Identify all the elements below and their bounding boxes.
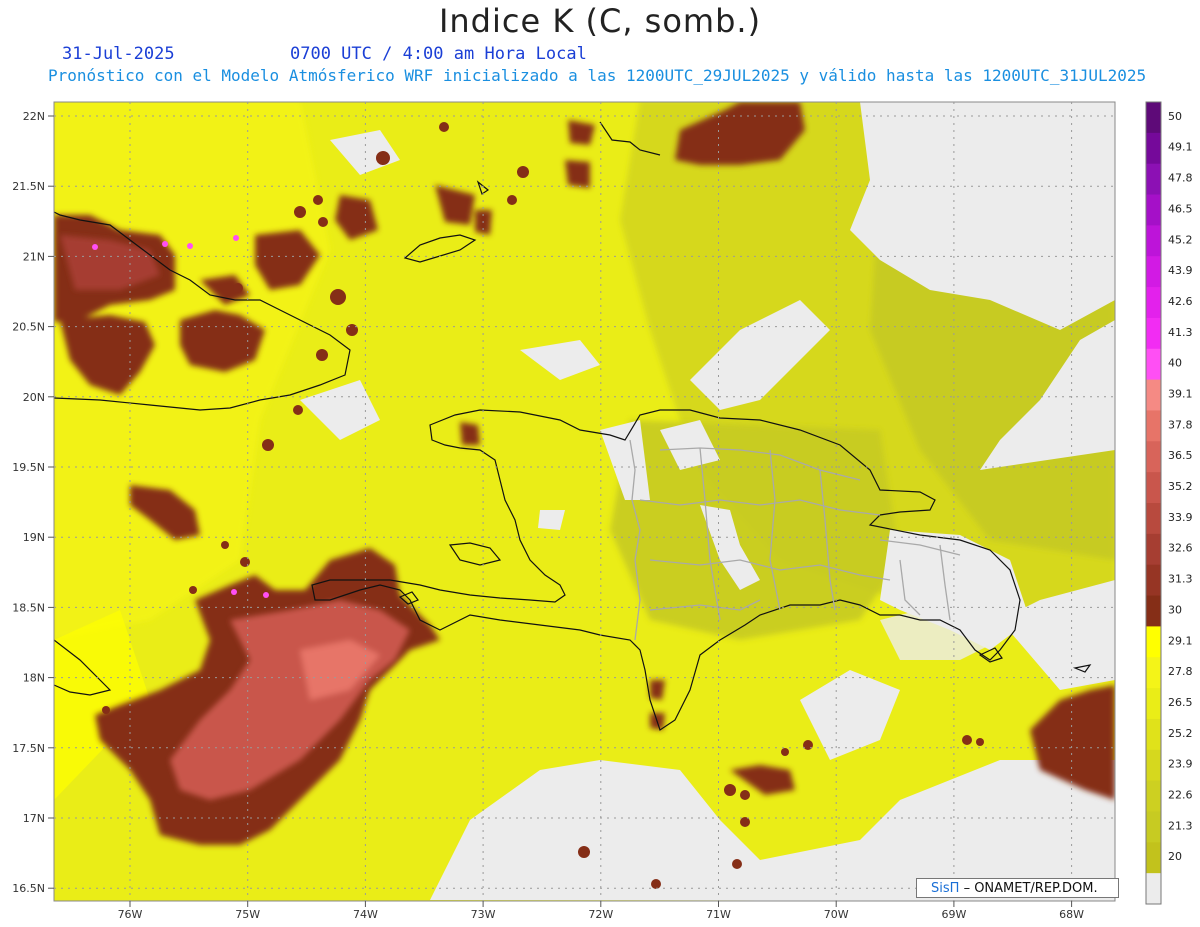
lat-label: 16.5N — [12, 882, 45, 895]
colorbar-label: 43.9 — [1168, 264, 1193, 277]
colorbar-label: 39.1 — [1168, 388, 1193, 401]
colorbar-swatch — [1146, 657, 1161, 689]
colorbar-label: 32.6 — [1168, 542, 1193, 555]
lat-label: 21.5N — [12, 180, 45, 193]
speck — [162, 241, 168, 247]
colorbar-swatch — [1146, 410, 1161, 442]
speck — [233, 235, 239, 241]
colorbar-label: 42.6 — [1168, 295, 1193, 308]
lon-label: 70W — [824, 908, 849, 921]
colorbar-label: 35.2 — [1168, 480, 1193, 493]
colorbar-swatch — [1146, 780, 1161, 812]
lat-label: 18N — [23, 672, 45, 685]
lon-label: 71W — [706, 908, 731, 921]
colorbar-label: 30 — [1168, 603, 1182, 616]
colorbar-label: 36.5 — [1168, 449, 1193, 462]
colorbar-swatch — [1146, 163, 1161, 196]
colorbar-label: 45.2 — [1168, 233, 1193, 246]
colorbar-label: 22.6 — [1168, 789, 1193, 802]
lon-label: 69W — [941, 908, 966, 921]
k-index-map: 22N 21.5N 21N 20.5N 20N 19.5N 19N 18.5N 18N 17.5N… — [12, 101, 1193, 921]
colorbar-label: 25.2 — [1168, 727, 1193, 740]
colorbar-label: 41.3 — [1168, 326, 1193, 339]
colorbar-swatch — [1146, 688, 1161, 720]
speck — [263, 592, 269, 598]
colorbar-label: 23.9 — [1168, 758, 1193, 771]
lat-label: 18.5N — [12, 601, 45, 614]
colorbar-swatch — [1146, 595, 1161, 627]
colorbar-swatch — [1146, 287, 1161, 319]
lon-label: 75W — [235, 908, 260, 921]
colorbar-label: 21.3 — [1168, 819, 1193, 832]
map-field — [54, 102, 1115, 901]
colorbar-swatch — [1146, 379, 1161, 411]
colorbar-swatch — [1146, 102, 1161, 134]
colorbar-label: 26.5 — [1168, 696, 1193, 709]
speck — [92, 244, 98, 250]
colorbar-label: 27.8 — [1168, 665, 1193, 678]
lon-label: 73W — [471, 908, 496, 921]
colorbar-label: 29.1 — [1168, 634, 1193, 647]
colorbar-label: 20 — [1168, 850, 1182, 863]
lat-label: 17.5N — [12, 742, 45, 755]
latitude-labels: 22N 21.5N 21N 20.5N 20N 19.5N 19N 18.5N 18N 17.5N… — [12, 110, 54, 895]
colorbar-label: 50 — [1168, 110, 1182, 123]
lon-label: 74W — [353, 908, 378, 921]
lat-label: 20.5N — [12, 321, 45, 334]
colorbar-label: 31.3 — [1168, 573, 1193, 586]
colorbar-label: 33.9 — [1168, 511, 1193, 524]
high-k-tortuga — [460, 422, 480, 445]
lat-label: 21N — [23, 250, 45, 263]
colorbar-swatch — [1146, 718, 1161, 751]
colorbar-swatch — [1146, 533, 1161, 566]
colorbar-swatch — [1146, 256, 1161, 288]
colorbar-label: 40 — [1168, 357, 1182, 370]
lat-label: 22N — [23, 110, 45, 123]
organization-text: – ONAMET/REP.DOM. — [963, 881, 1098, 896]
speck — [231, 589, 237, 595]
colorbar-label: 46.5 — [1168, 202, 1193, 215]
colorbar-swatch — [1146, 564, 1161, 597]
lat-label: 17N — [23, 812, 45, 825]
longitude-labels: 76W 75W 74W 73W 72W 71W 70W 69W 68W — [118, 901, 1084, 921]
colorbar-swatch — [1146, 472, 1161, 504]
colorbar-label: 47.8 — [1168, 172, 1193, 185]
lat-label: 19.5N — [12, 461, 45, 474]
lat-label: 20N — [23, 391, 45, 404]
lon-label: 76W — [118, 908, 143, 921]
speck — [187, 243, 193, 249]
colorbar-label: 49.1 — [1168, 141, 1193, 154]
colorbar-swatch — [1146, 441, 1161, 473]
lat-label: 19N — [23, 531, 45, 544]
high-k-north-2 — [565, 160, 590, 188]
colorbar-swatch — [1146, 811, 1161, 843]
colorbar-swatch — [1146, 842, 1161, 874]
lon-label: 72W — [588, 908, 613, 921]
colorbar: 50 49.1 47.8 46.5 45.2 43.9 42.6 41.3 40 39.1 37.8… — [1145, 101, 1193, 905]
colorbar-swatch — [1146, 132, 1161, 165]
colorbar-swatch — [1146, 626, 1161, 658]
colorbar-swatch — [1146, 225, 1161, 257]
colorbar-swatch — [1146, 317, 1161, 350]
colorbar-label: 37.8 — [1168, 418, 1193, 431]
lon-label: 68W — [1059, 908, 1084, 921]
credit-box: SisΠ – ONAMET/REP.DOM. — [916, 878, 1119, 898]
system-logo-text: SisΠ — [931, 881, 960, 896]
colorbar-swatch — [1146, 749, 1161, 782]
colorbar-swatch — [1146, 348, 1161, 381]
colorbar-swatch — [1146, 503, 1161, 535]
colorbar-swatch — [1146, 873, 1161, 905]
colorbar-swatch — [1146, 194, 1161, 226]
